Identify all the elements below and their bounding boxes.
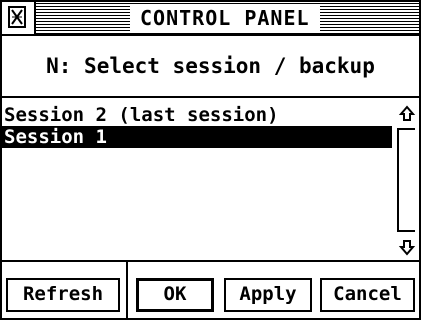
session-item-selected[interactable]: Session 1	[2, 126, 392, 148]
apply-button[interactable]: Apply	[224, 278, 312, 312]
ok-button[interactable]: OK	[136, 278, 214, 312]
list-scrollbar[interactable]	[397, 102, 417, 259]
button-divider	[126, 262, 128, 320]
arrow-up-icon	[398, 105, 416, 121]
cancel-button[interactable]: Cancel	[320, 278, 415, 312]
close-box-icon	[8, 6, 26, 28]
title-bar[interactable]: CONTROL PANEL	[2, 2, 419, 36]
arrow-down-icon	[398, 240, 416, 256]
window-title: CONTROL PANEL	[130, 5, 320, 31]
scroll-track[interactable]	[397, 128, 415, 232]
dialog-heading: N: Select session / backup	[2, 36, 419, 98]
button-bar: Refresh OK Apply Cancel	[2, 260, 419, 320]
close-box[interactable]	[2, 2, 36, 34]
session-item[interactable]: Session 2 (last session)	[2, 104, 392, 126]
refresh-button[interactable]: Refresh	[6, 278, 120, 312]
scroll-down-button[interactable]	[397, 235, 417, 259]
scroll-up-button[interactable]	[397, 102, 417, 126]
control-panel-window: CONTROL PANEL N: Select session / backup…	[0, 0, 421, 320]
session-list[interactable]: Session 2 (last session) Session 1	[2, 102, 397, 259]
